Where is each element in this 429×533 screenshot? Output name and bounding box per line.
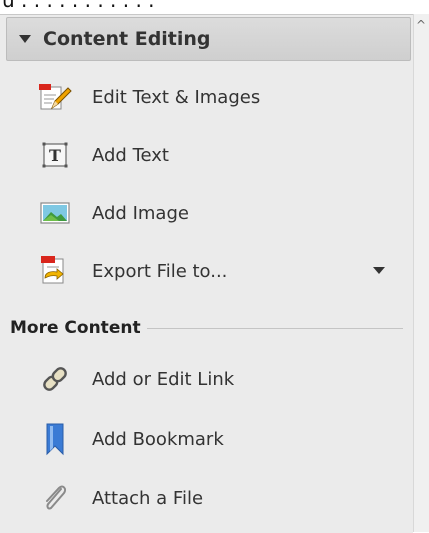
item-label: Attach a File bbox=[92, 487, 204, 509]
attach-file-button[interactable]: Attach a File bbox=[38, 478, 403, 518]
item-label: Add Text bbox=[92, 144, 169, 166]
item-label: Add Bookmark bbox=[92, 428, 224, 450]
bookmark-icon bbox=[38, 422, 72, 456]
section-divider bbox=[146, 327, 403, 329]
item-label: Export File to... bbox=[92, 260, 228, 282]
add-image-icon bbox=[38, 196, 72, 230]
more-content-title: More Content bbox=[10, 318, 141, 338]
add-text-button[interactable]: T Add Text bbox=[38, 135, 403, 175]
edit-text-images-button[interactable]: Edit Text & Images bbox=[38, 77, 403, 117]
tools-panel: Content Editing Edit Text & Images T Add… bbox=[0, 14, 413, 533]
more-content-heading: More Content bbox=[10, 316, 403, 340]
item-label: Edit Text & Images bbox=[92, 86, 261, 108]
link-icon bbox=[38, 362, 72, 396]
cut-off-text: u . . . . . . . . . . . bbox=[2, 0, 155, 12]
add-bookmark-button[interactable]: Add Bookmark bbox=[38, 419, 403, 459]
add-image-button[interactable]: Add Image bbox=[38, 193, 403, 233]
content-editing-header[interactable]: Content Editing bbox=[6, 17, 411, 61]
collapse-triangle-icon[interactable] bbox=[19, 35, 31, 43]
export-file-icon bbox=[38, 254, 72, 288]
item-label: Add or Edit Link bbox=[92, 368, 235, 390]
vertical-scrollbar[interactable]: ^ bbox=[413, 14, 429, 532]
add-text-icon: T bbox=[38, 138, 72, 172]
item-label: Add Image bbox=[92, 202, 189, 224]
edit-text-images-icon bbox=[38, 80, 72, 114]
content-editing-title: Content Editing bbox=[43, 28, 211, 50]
export-file-button[interactable]: Export File to... bbox=[38, 251, 403, 291]
add-edit-link-button[interactable]: Add or Edit Link bbox=[38, 359, 403, 399]
svg-text:T: T bbox=[49, 146, 61, 165]
scroll-up-arrow-icon[interactable]: ^ bbox=[416, 19, 426, 31]
chevron-down-icon[interactable] bbox=[373, 267, 385, 274]
paperclip-icon bbox=[38, 481, 72, 515]
